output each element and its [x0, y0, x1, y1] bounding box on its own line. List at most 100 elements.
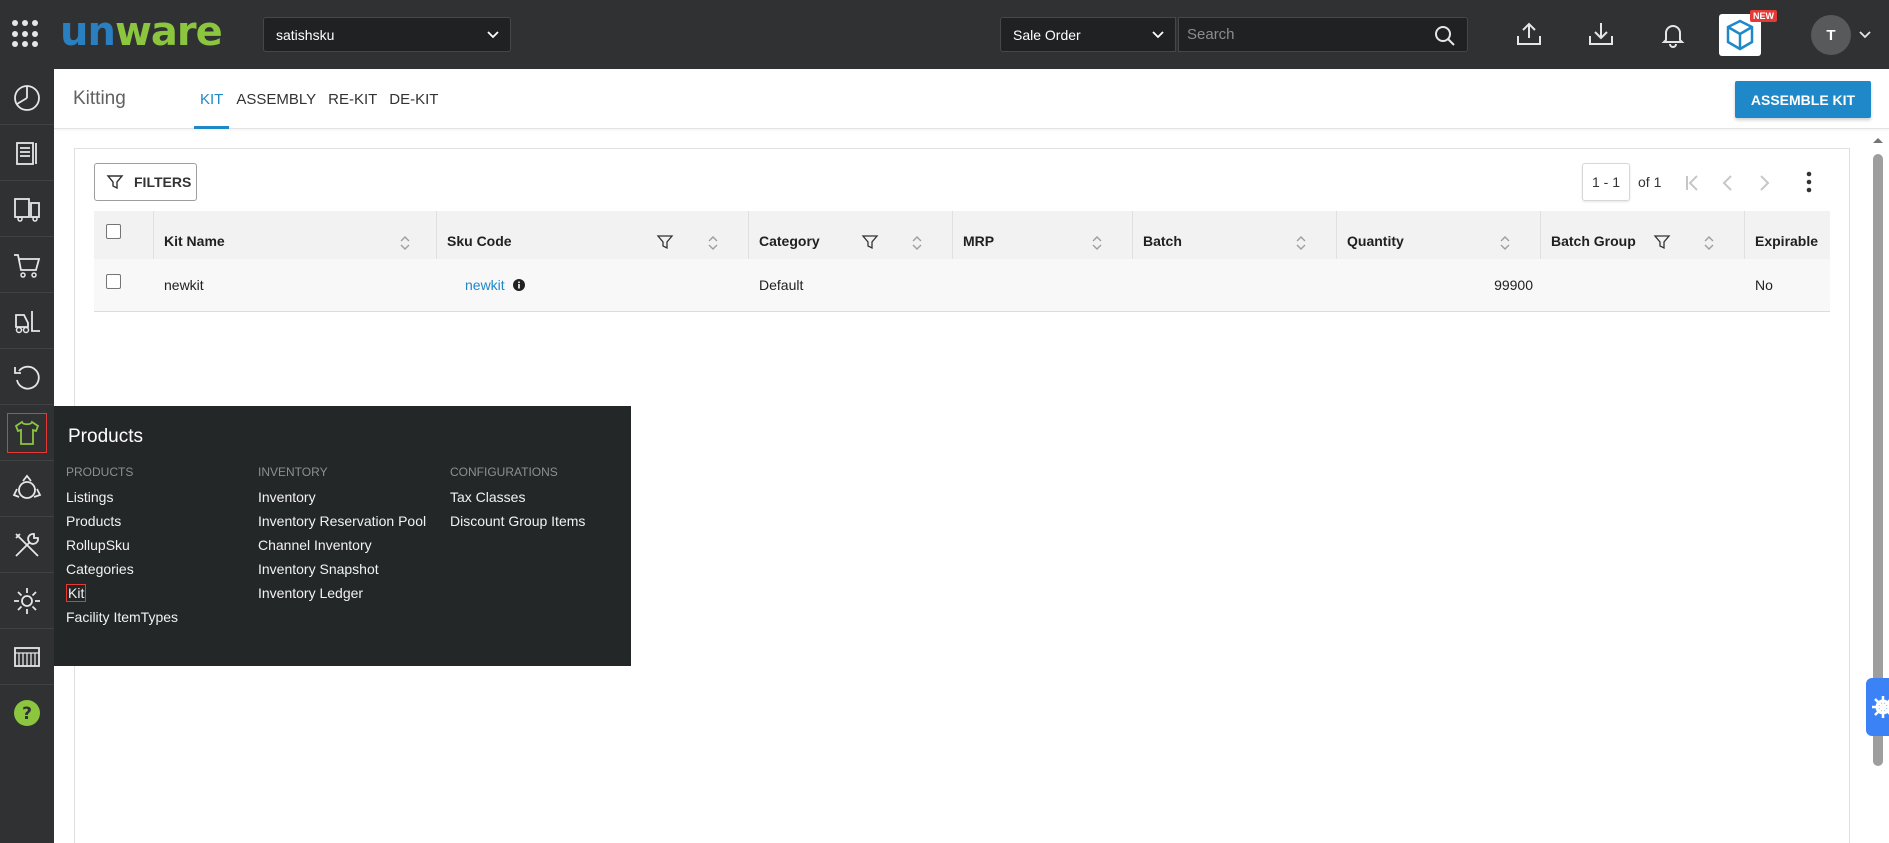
- sidebar-item-products[interactable]: [0, 405, 54, 461]
- products-flyout-menu: Products PRODUCTS Listings Products Roll…: [54, 406, 631, 666]
- prev-page-icon[interactable]: [1716, 171, 1740, 195]
- column-batch-group[interactable]: Batch Group: [1541, 211, 1745, 259]
- support-widget-button[interactable]: [1866, 678, 1889, 736]
- tenant-select-value: satishsku: [276, 26, 335, 43]
- menu-item-products[interactable]: Products: [66, 513, 178, 537]
- menu-item-inventory-snapshot[interactable]: Inventory Snapshot: [258, 561, 426, 585]
- assemble-kit-button[interactable]: ASSEMBLE KIT: [1735, 81, 1871, 118]
- refresh-icon: [14, 365, 40, 389]
- kitting-tabs: KIT ASSEMBLY RE-KIT DE-KIT: [194, 69, 444, 129]
- chevron-down-icon: [1152, 31, 1164, 39]
- sidebar-item-help[interactable]: ?: [0, 685, 54, 741]
- row-checkbox[interactable]: [106, 274, 121, 289]
- menu-item-tax-classes[interactable]: Tax Classes: [450, 489, 585, 513]
- filter-icon: [106, 175, 124, 190]
- more-options-icon[interactable]: [1797, 169, 1821, 195]
- gear-icon: [1872, 696, 1889, 718]
- column-batch[interactable]: Batch: [1133, 211, 1337, 259]
- sidebar-item-settings[interactable]: [0, 573, 54, 629]
- menu-item-rollupsku[interactable]: RollupSku: [66, 537, 178, 561]
- next-page-icon[interactable]: [1752, 171, 1776, 195]
- menu-item-inventory[interactable]: Inventory: [258, 489, 426, 513]
- column-quantity[interactable]: Quantity: [1337, 211, 1541, 259]
- expirable-cell: No: [1755, 277, 1773, 293]
- sku-code-link[interactable]: newkit: [465, 277, 505, 293]
- info-icon[interactable]: [512, 279, 525, 291]
- scroll-up-arrow-icon[interactable]: [1870, 134, 1886, 146]
- menu-item-listings[interactable]: Listings: [66, 489, 178, 513]
- tenant-select[interactable]: satishsku: [263, 17, 511, 52]
- menu-item-categories[interactable]: Categories: [66, 561, 178, 585]
- download-icon[interactable]: [1585, 18, 1617, 50]
- menu-item-facility-itemtypes[interactable]: Facility ItemTypes: [66, 609, 178, 633]
- upload-icon[interactable]: [1513, 18, 1545, 50]
- sidebar-item-dashboard[interactable]: [0, 69, 54, 125]
- tab-assembly[interactable]: ASSEMBLY: [230, 69, 322, 129]
- filter-icon[interactable]: [1653, 233, 1671, 251]
- sort-icon[interactable]: [706, 234, 720, 252]
- column-kit-name[interactable]: Kit Name: [154, 211, 437, 259]
- column-sku-code[interactable]: Sku Code: [437, 211, 749, 259]
- pie-chart-icon: [14, 84, 40, 111]
- sidebar-item-shipping[interactable]: [0, 181, 54, 237]
- unware-logo[interactable]: unware: [60, 8, 223, 56]
- apps-grid-icon[interactable]: [12, 20, 40, 48]
- user-avatar[interactable]: T: [1811, 15, 1851, 55]
- gear-icon: [14, 587, 40, 614]
- column-expirable[interactable]: Expirable: [1745, 211, 1830, 259]
- filter-icon[interactable]: [656, 233, 674, 251]
- column-label: Category: [759, 233, 820, 249]
- search-input[interactable]: [1187, 18, 1427, 51]
- table-row[interactable]: newkit newkit Default 99900 No: [94, 259, 1830, 312]
- tab-kit[interactable]: KIT: [194, 69, 230, 129]
- sort-icon[interactable]: [1498, 234, 1512, 252]
- sort-icon[interactable]: [398, 234, 412, 252]
- tools-icon: [15, 532, 39, 557]
- menu-item-kit[interactable]: Kit: [66, 584, 178, 609]
- pager-total: of 1: [1638, 174, 1662, 190]
- sidebar-item-warehouse[interactable]: [0, 293, 54, 349]
- sidebar-item-recycle[interactable]: [0, 461, 54, 517]
- new-badge: NEW: [1750, 10, 1777, 22]
- sidebar-item-purchase[interactable]: [0, 237, 54, 293]
- menu-item-channel-inventory[interactable]: Channel Inventory: [258, 537, 426, 561]
- select-all-cell: [94, 211, 154, 259]
- keyboard-icon: [14, 646, 40, 667]
- inventory-column: INVENTORY Inventory Inventory Reservatio…: [258, 465, 426, 609]
- column-category[interactable]: Category: [749, 211, 953, 259]
- filter-icon[interactable]: [861, 233, 879, 251]
- sort-icon[interactable]: [1294, 234, 1308, 252]
- sidebar-item-tools[interactable]: [0, 517, 54, 573]
- column-label: Kit Name: [164, 233, 225, 249]
- tab-de-kit[interactable]: DE-KIT: [383, 69, 444, 129]
- chevron-down-icon[interactable]: [1858, 28, 1872, 42]
- tab-re-kit[interactable]: RE-KIT: [322, 69, 383, 129]
- menu-item-discount-group-items[interactable]: Discount Group Items: [450, 513, 585, 537]
- filters-button[interactable]: FILTERS: [94, 163, 197, 201]
- search-icon[interactable]: [1433, 24, 1457, 48]
- forklift-icon: [15, 310, 40, 333]
- column-mrp[interactable]: MRP: [953, 211, 1133, 259]
- sidebar-item-returns[interactable]: [0, 349, 54, 405]
- column-label: Quantity: [1347, 233, 1404, 249]
- document-icon: [16, 141, 37, 165]
- column-label: Expirable: [1755, 233, 1819, 249]
- menu-section-heading: INVENTORY: [258, 465, 328, 479]
- page-title: Kitting: [73, 88, 126, 109]
- search-type-select[interactable]: Sale Order: [1000, 17, 1176, 52]
- page-scrollbar[interactable]: [1873, 154, 1883, 766]
- sidebar-item-reports[interactable]: [0, 629, 54, 685]
- pager-range[interactable]: 1 - 1: [1582, 163, 1630, 201]
- sidebar: ?: [0, 69, 54, 843]
- sort-icon[interactable]: [910, 234, 924, 252]
- recycle-icon: [12, 474, 42, 499]
- sort-icon[interactable]: [1702, 234, 1716, 252]
- menu-item-inventory-reservation-pool[interactable]: Inventory Reservation Pool: [258, 513, 426, 537]
- sort-icon[interactable]: [1090, 234, 1104, 252]
- first-page-icon[interactable]: [1680, 171, 1704, 195]
- menu-item-inventory-ledger[interactable]: Inventory Ledger: [258, 585, 426, 609]
- bell-icon[interactable]: [1657, 18, 1689, 50]
- select-all-checkbox[interactable]: [106, 224, 121, 239]
- column-label: Batch Group: [1551, 233, 1636, 249]
- sidebar-item-orders[interactable]: [0, 125, 54, 181]
